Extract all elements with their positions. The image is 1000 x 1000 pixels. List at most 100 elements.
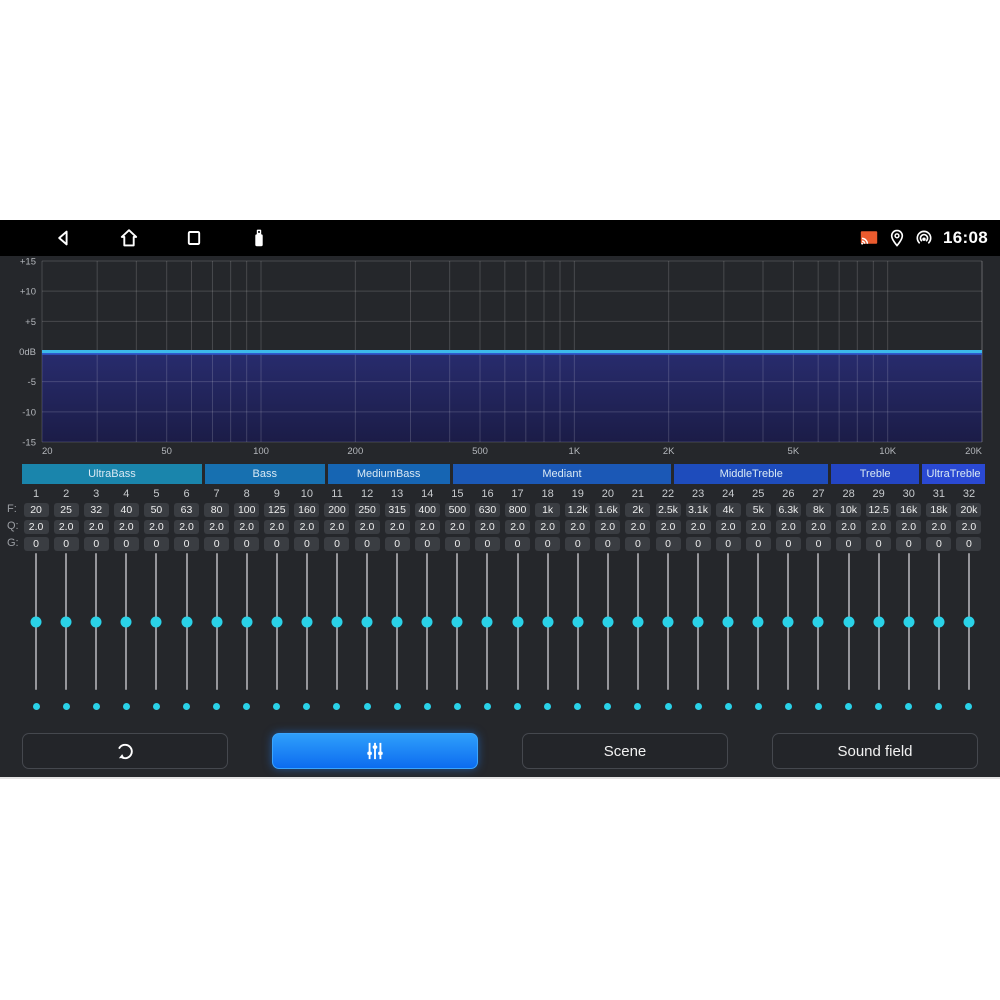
band-indicator-dot[interactable]	[875, 703, 882, 710]
gain-slider[interactable]	[690, 553, 706, 690]
band-indicator-dot[interactable]	[544, 703, 551, 710]
gain-slider[interactable]	[961, 553, 977, 690]
band-group[interactable]: UltraBass	[22, 464, 202, 484]
gain-slider[interactable]	[630, 553, 646, 690]
gain-slider[interactable]	[871, 553, 887, 690]
gain-slider[interactable]	[841, 553, 857, 690]
slider-knob[interactable]	[331, 616, 342, 627]
slider-knob[interactable]	[813, 616, 824, 627]
slider-knob[interactable]	[542, 616, 553, 627]
band-indicator-dot[interactable]	[845, 703, 852, 710]
gain-slider[interactable]	[570, 553, 586, 690]
scene-button[interactable]: Scene	[522, 733, 728, 769]
band-group[interactable]: UltraTreble	[922, 464, 985, 484]
slider-knob[interactable]	[783, 616, 794, 627]
gain-slider[interactable]	[780, 553, 796, 690]
slider-knob[interactable]	[241, 616, 252, 627]
band-indicator-dot[interactable]	[815, 703, 822, 710]
gain-slider[interactable]	[419, 553, 435, 690]
band-indicator-dot[interactable]	[364, 703, 371, 710]
slider-knob[interactable]	[452, 616, 463, 627]
band-indicator-dot[interactable]	[153, 703, 160, 710]
band-indicator-dot[interactable]	[574, 703, 581, 710]
gain-slider[interactable]	[660, 553, 676, 690]
band-indicator-dot[interactable]	[454, 703, 461, 710]
band-indicator-dot[interactable]	[273, 703, 280, 710]
slider-knob[interactable]	[873, 616, 884, 627]
band-indicator-dot[interactable]	[213, 703, 220, 710]
slider-knob[interactable]	[963, 616, 974, 627]
slider-knob[interactable]	[181, 616, 192, 627]
slider-knob[interactable]	[301, 616, 312, 627]
band-indicator-dot[interactable]	[243, 703, 250, 710]
band-indicator-dot[interactable]	[755, 703, 762, 710]
gain-slider[interactable]	[148, 553, 164, 690]
gain-slider[interactable]	[179, 553, 195, 690]
band-indicator-dot[interactable]	[33, 703, 40, 710]
band-indicator-dot[interactable]	[484, 703, 491, 710]
gain-slider[interactable]	[389, 553, 405, 690]
gain-slider[interactable]	[449, 553, 465, 690]
slider-knob[interactable]	[903, 616, 914, 627]
band-indicator-dot[interactable]	[63, 703, 70, 710]
slider-knob[interactable]	[91, 616, 102, 627]
slider-knob[interactable]	[31, 616, 42, 627]
band-indicator-dot[interactable]	[183, 703, 190, 710]
back-icon[interactable]	[52, 226, 76, 250]
gain-slider[interactable]	[58, 553, 74, 690]
band-indicator-dot[interactable]	[123, 703, 130, 710]
gain-slider[interactable]	[299, 553, 315, 690]
slider-knob[interactable]	[512, 616, 523, 627]
slider-knob[interactable]	[663, 616, 674, 627]
reset-button[interactable]	[22, 733, 228, 769]
slider-knob[interactable]	[422, 616, 433, 627]
band-indicator-dot[interactable]	[333, 703, 340, 710]
slider-knob[interactable]	[602, 616, 613, 627]
gain-slider[interactable]	[510, 553, 526, 690]
gain-slider[interactable]	[209, 553, 225, 690]
slider-knob[interactable]	[572, 616, 583, 627]
band-indicator-dot[interactable]	[303, 703, 310, 710]
band-indicator-dot[interactable]	[394, 703, 401, 710]
slider-knob[interactable]	[362, 616, 373, 627]
gain-slider[interactable]	[901, 553, 917, 690]
equalizer-button[interactable]	[272, 733, 478, 769]
band-group[interactable]: Bass	[205, 464, 325, 484]
gain-slider[interactable]	[239, 553, 255, 690]
slider-knob[interactable]	[211, 616, 222, 627]
band-group[interactable]: Treble	[831, 464, 919, 484]
band-group[interactable]: MediumBass	[328, 464, 450, 484]
band-indicator-dot[interactable]	[935, 703, 942, 710]
home-icon[interactable]	[117, 226, 141, 250]
band-indicator-dot[interactable]	[965, 703, 972, 710]
gain-slider[interactable]	[720, 553, 736, 690]
band-indicator-dot[interactable]	[604, 703, 611, 710]
recents-icon[interactable]	[182, 226, 206, 250]
gain-slider[interactable]	[269, 553, 285, 690]
gain-slider[interactable]	[359, 553, 375, 690]
slider-knob[interactable]	[121, 616, 132, 627]
slider-knob[interactable]	[482, 616, 493, 627]
gain-slider[interactable]	[28, 553, 44, 690]
slider-knob[interactable]	[693, 616, 704, 627]
gain-slider[interactable]	[329, 553, 345, 690]
slider-knob[interactable]	[723, 616, 734, 627]
band-indicator-dot[interactable]	[785, 703, 792, 710]
gain-slider[interactable]	[88, 553, 104, 690]
gain-slider[interactable]	[810, 553, 826, 690]
band-group[interactable]: Mediant	[453, 464, 672, 484]
slider-knob[interactable]	[843, 616, 854, 627]
band-indicator-dot[interactable]	[665, 703, 672, 710]
band-indicator-dot[interactable]	[514, 703, 521, 710]
band-indicator-dot[interactable]	[424, 703, 431, 710]
slider-knob[interactable]	[392, 616, 403, 627]
gain-slider[interactable]	[600, 553, 616, 690]
band-group[interactable]: MiddleTreble	[674, 464, 828, 484]
slider-knob[interactable]	[632, 616, 643, 627]
slider-knob[interactable]	[753, 616, 764, 627]
band-indicator-dot[interactable]	[93, 703, 100, 710]
slider-knob[interactable]	[61, 616, 72, 627]
band-indicator-dot[interactable]	[634, 703, 641, 710]
slider-knob[interactable]	[151, 616, 162, 627]
gain-slider[interactable]	[750, 553, 766, 690]
